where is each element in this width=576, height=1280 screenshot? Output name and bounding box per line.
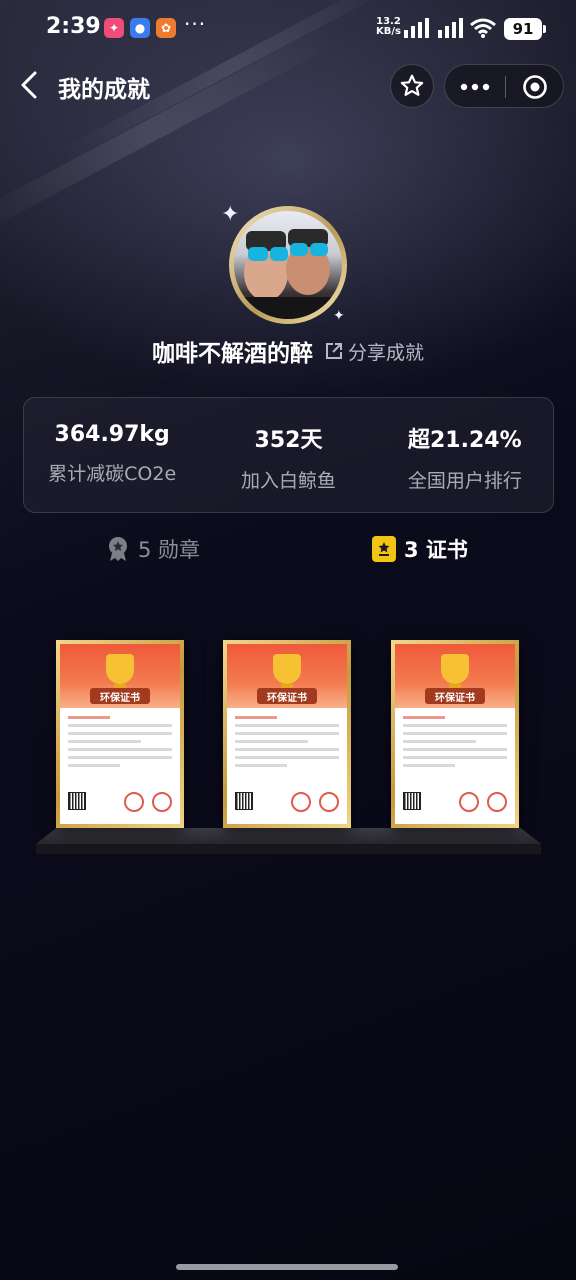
wifi-icon [470, 18, 496, 38]
certificate-icon [372, 536, 396, 562]
stat-ranking: 超21.24% 全国用户排行 [377, 398, 553, 512]
certificate-paper: 环保证书 [395, 644, 515, 824]
shelf-top [36, 828, 541, 844]
certificate-badge: 环保证书 [90, 688, 150, 704]
stamp-icon [319, 792, 339, 812]
stat-carbon: 364.97kg 累计减碳CO2e [24, 398, 200, 512]
qr-code [403, 792, 421, 810]
close-target-icon [523, 75, 547, 99]
more-icon [460, 83, 490, 91]
trophy-icon [273, 654, 301, 692]
stat-label: 全国用户排行 [407, 470, 522, 492]
signal-icon [404, 18, 429, 38]
avatar-photo [234, 211, 342, 319]
tab-certificates-label: 3 证书 [404, 538, 468, 562]
stat-value: 352天 [254, 428, 323, 453]
share-achievement-link[interactable]: 分享成就 [324, 338, 424, 365]
trophy-icon [106, 654, 134, 692]
sparkle-icon: ✦ [333, 308, 345, 324]
stat-value: 超21.24% [408, 428, 522, 453]
sparkle-icon: ✦ [221, 202, 240, 227]
home-indicator[interactable] [176, 1264, 398, 1270]
app-notification-icon: ✿ [156, 18, 176, 38]
favorite-button[interactable] [390, 64, 434, 108]
page-title: 我的成就 [58, 77, 150, 103]
status-time: 2:39 [46, 14, 101, 39]
stamp-icon [152, 792, 172, 812]
share-icon [326, 343, 343, 359]
qr-code [235, 792, 253, 810]
tab-medals[interactable]: 5 勋章 [106, 534, 200, 564]
stat-label: 累计减碳CO2e [48, 463, 177, 485]
avatar-frame [229, 206, 347, 324]
user-name-row: 咖啡不解酒的醉 分享成就 [0, 334, 576, 368]
certificate-card[interactable]: 环保证书 [391, 640, 519, 828]
star-icon [400, 74, 424, 96]
nav-bar: 我的成就 [0, 58, 576, 116]
signal-icon [438, 18, 463, 38]
mini-program-capsule [444, 64, 564, 108]
certificate-text [403, 716, 507, 772]
stat-label: 加入白鲸鱼 [240, 470, 336, 492]
certificate-text [68, 716, 172, 772]
status-bar: 2:39 ✦ ● ✿ ··· 13.2 KB/s 91 [0, 0, 576, 58]
tab-medals-label: 5 勋章 [138, 538, 201, 562]
certificate-text [235, 716, 339, 772]
certificate-card[interactable]: 环保证书 [223, 640, 351, 828]
stat-days: 352天 加入白鲸鱼 [200, 398, 376, 512]
shelf-front [36, 844, 541, 854]
qr-code [68, 792, 86, 810]
certificate-badge: 环保证书 [425, 688, 485, 704]
stat-value: 364.97kg [54, 422, 170, 447]
share-label: 分享成就 [348, 341, 425, 364]
app-notification-icon: ● [130, 18, 150, 38]
trophy-icon [441, 654, 469, 692]
certificate-card[interactable]: 环保证书 [56, 640, 184, 828]
medal-icon [109, 537, 127, 561]
app-notification-icon: ✦ [104, 18, 124, 38]
back-button[interactable] [14, 68, 44, 102]
display-shelf [36, 828, 541, 854]
close-button[interactable] [505, 65, 565, 109]
stamp-icon [291, 792, 311, 812]
certificate-paper: 环保证书 [60, 644, 180, 824]
certificate-badge: 环保证书 [257, 688, 317, 704]
tab-certificates[interactable]: 3 证书 [372, 534, 468, 564]
stamp-icon [459, 792, 479, 812]
battery-indicator: 91 [504, 18, 546, 40]
stamp-icon [487, 792, 507, 812]
stamp-icon [124, 792, 144, 812]
certificate-paper: 环保证书 [227, 644, 347, 824]
more-notifications-icon: ··· [184, 12, 207, 36]
back-arrow-icon [21, 71, 37, 99]
achievement-tabs: 5 勋章 3 证书 [0, 530, 576, 570]
more-button[interactable] [445, 65, 505, 109]
avatar[interactable]: ✦ ✦ [221, 202, 347, 324]
net-speed: 13.2 KB/s [376, 16, 401, 37]
user-name: 咖啡不解酒的醉 [151, 341, 313, 367]
stats-card: 364.97kg 累计减碳CO2e 352天 加入白鲸鱼 超21.24% 全国用… [23, 397, 554, 513]
